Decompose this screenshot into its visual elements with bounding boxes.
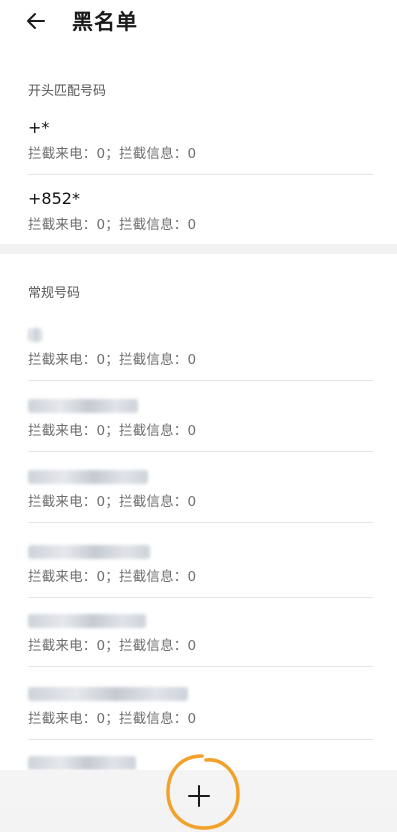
divider bbox=[28, 451, 373, 452]
back-button[interactable] bbox=[24, 8, 50, 34]
redacted-number bbox=[28, 687, 188, 701]
divider bbox=[28, 739, 373, 740]
add-button[interactable] bbox=[175, 776, 223, 816]
redacted-number bbox=[28, 399, 138, 413]
block-stats: 拦截来电：0；拦截信息：0 bbox=[28, 217, 197, 233]
list-item[interactable]: 拦截来电：0；拦截信息：0 bbox=[28, 395, 373, 452]
list-item[interactable]: 拦截来电：0；拦截信息：0 bbox=[28, 683, 373, 740]
phone-number: +852* bbox=[28, 189, 80, 208]
block-stats: 拦截来电：0；拦截信息：0 bbox=[28, 638, 197, 654]
block-stats: 拦截来电：0；拦截信息：0 bbox=[28, 569, 197, 585]
page-title: 黑名单 bbox=[72, 10, 138, 34]
divider bbox=[28, 174, 373, 175]
blacklist-page: 黑名单 开头匹配号码 +* 拦截来电：0；拦截信息：0 +852* 拦截来电：0… bbox=[0, 0, 397, 830]
redacted-number bbox=[28, 756, 136, 770]
block-stats: 拦截来电：0；拦截信息：0 bbox=[28, 711, 197, 727]
divider bbox=[28, 597, 373, 598]
section-label-regular: 常规号码 bbox=[28, 286, 81, 301]
list-item[interactable]: 拦截来电：0；拦截信息：0 bbox=[28, 466, 373, 523]
block-stats: 拦截来电：0；拦截信息：0 bbox=[28, 494, 197, 510]
redacted-number bbox=[28, 328, 42, 342]
section-label-prefix: 开头匹配号码 bbox=[28, 84, 107, 99]
divider bbox=[28, 666, 373, 667]
list-item[interactable]: 拦截来电：0；拦截信息：0 bbox=[28, 324, 373, 381]
list-item[interactable]: 拦截来电：0；拦截信息：0 bbox=[28, 610, 373, 667]
list-item[interactable]: +* 拦截来电：0；拦截信息：0 bbox=[28, 118, 373, 175]
divider bbox=[28, 522, 373, 523]
redacted-number bbox=[28, 545, 150, 559]
section-separator bbox=[0, 244, 397, 254]
block-stats: 拦截来电：0；拦截信息：0 bbox=[28, 352, 197, 368]
plus-icon bbox=[188, 785, 210, 807]
redacted-number bbox=[28, 614, 146, 628]
list-item[interactable]: 拦截来电：0；拦截信息：0 bbox=[28, 541, 373, 598]
redacted-number bbox=[28, 470, 148, 484]
block-stats: 拦截来电：0；拦截信息：0 bbox=[28, 146, 197, 162]
list-item[interactable]: +852* 拦截来电：0；拦截信息：0 bbox=[28, 189, 373, 246]
block-stats: 拦截来电：0；拦截信息：0 bbox=[28, 423, 197, 439]
list-item[interactable] bbox=[28, 752, 373, 772]
arrow-left-icon bbox=[27, 13, 45, 29]
phone-number: +* bbox=[28, 118, 50, 137]
header: 黑名单 bbox=[0, 0, 397, 60]
divider bbox=[28, 380, 373, 381]
